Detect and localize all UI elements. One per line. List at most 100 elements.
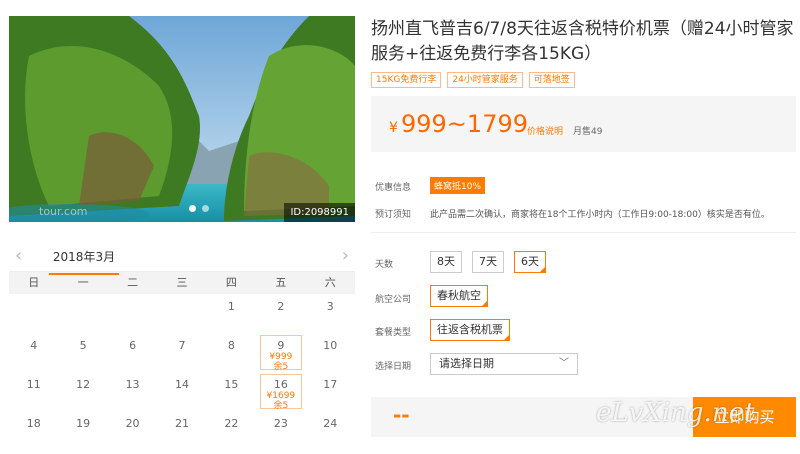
tag: 15KG免费行李: [371, 72, 442, 88]
notice-label: 预订须知: [375, 210, 412, 220]
date-label: 选择日期: [375, 362, 412, 372]
date-select[interactable]: 请选择日期 ﹀: [430, 353, 578, 375]
calendar-day-number: 14: [174, 378, 189, 391]
calendar-day: 4: [9, 333, 58, 372]
calendar-day-number: 11: [26, 378, 41, 391]
days-label: 天数: [375, 260, 394, 270]
calendar-day-available[interactable]: 9 ¥999 余5: [260, 335, 302, 372]
carousel-dot[interactable]: [189, 205, 196, 212]
calendar-day-number: 15: [224, 378, 239, 391]
package-label: 套餐类型: [375, 328, 412, 338]
promo-label: 优惠信息: [375, 183, 412, 193]
price-calendar: ‹ 2018年3月 › 日一二三四五六 1 2 3 4 5 6 7 8 9 ¥999 余5 10 11 1…: [9, 240, 355, 454]
calendar-header: ‹ 2018年3月 ›: [9, 240, 355, 275]
calendar-day-number: 19: [76, 417, 91, 430]
days-option-6[interactable]: 6天: [514, 251, 546, 273]
weekday-label: 日: [28, 276, 40, 289]
calendar-day-number: 8: [227, 339, 235, 352]
calendar-day-number: 4: [30, 339, 38, 352]
promo-badge: 蜂窝抵10%: [430, 177, 486, 194]
calendar-day: 3: [306, 294, 355, 333]
calendar-day-available[interactable]: 16 ¥1699 余5: [260, 374, 302, 411]
calendar-day: 22: [207, 411, 256, 450]
calendar-day: [9, 294, 58, 333]
calendar-day: 2: [256, 294, 305, 333]
calendar-weekdays: 日一二三四五六: [9, 272, 355, 294]
image-watermark: tour.com: [39, 205, 88, 218]
calendar-day-number: 10: [323, 339, 338, 352]
chevron-right-icon[interactable]: ›: [342, 245, 349, 266]
calendar-day: 6: [108, 333, 157, 372]
chevron-left-icon[interactable]: ‹: [15, 245, 22, 266]
calendar-day: 20: [108, 411, 157, 450]
price-explain-link[interactable]: 价格说明: [527, 124, 563, 137]
calendar-day: [58, 294, 107, 333]
calendar-day-number: 13: [125, 378, 140, 391]
calendar-day: 1: [207, 294, 256, 333]
monthly-sales: 月售49: [573, 127, 603, 137]
calendar-day-number: 22: [224, 417, 239, 430]
days-option-8[interactable]: 8天: [430, 251, 462, 273]
days-option-7[interactable]: 7天: [472, 251, 504, 273]
calendar-day: 19: [58, 411, 107, 450]
image-id: ID:2098991: [284, 203, 355, 222]
calendar-day: 21: [157, 411, 206, 450]
calendar-day-stock: 余5: [273, 362, 289, 372]
calendar-day: [157, 294, 206, 333]
total-price: --: [393, 403, 410, 427]
weekday-label: 四: [225, 276, 237, 289]
buy-now-button[interactable]: 立即购买: [693, 397, 796, 437]
buy-bar: -- 立即购买: [371, 397, 796, 437]
calendar-day-number: 12: [76, 378, 91, 391]
calendar-day: 5: [58, 333, 107, 372]
calendar-day: 15: [207, 372, 256, 411]
calendar-day-number: 7: [178, 339, 186, 352]
product-tags: 15KG免费行李 24小时管家服务 可落地签: [371, 72, 575, 88]
airline-option[interactable]: 春秋航空: [430, 285, 488, 307]
calendar-day-number: 20: [125, 417, 140, 430]
calendar-day: 24: [306, 411, 355, 450]
calendar-day: 11: [9, 372, 58, 411]
product-image[interactable]: tour.com ID:2098991: [9, 16, 355, 222]
calendar-day: 8: [207, 333, 256, 372]
calendar-month-tab[interactable]: 2018年3月: [49, 248, 119, 275]
weekday-label: 一: [77, 276, 89, 289]
calendar-day: 18: [9, 411, 58, 450]
calendar-day-number: 23: [273, 417, 288, 430]
calendar-day: 10: [306, 333, 355, 372]
package-option[interactable]: 往返含税机票: [430, 319, 510, 341]
weekday-label: 三: [176, 276, 188, 289]
calendar-day-number: 21: [174, 417, 189, 430]
product-title: 扬州直飞普吉6/7/8天往返含税特价机票（赠24小时管家服务+往返免费行李各15…: [371, 19, 794, 64]
tag: 24小时管家服务: [447, 72, 523, 88]
weekday-label: 六: [324, 276, 336, 289]
breadcrumb: [0, 0, 800, 6]
calendar-day-number: 9: [277, 339, 285, 352]
calendar-day-price: ¥1699: [266, 391, 296, 401]
calendar-day-number: 2: [277, 300, 285, 313]
calendar-grid: 1 2 3 4 5 6 7 8 9 ¥999 余5 10 11 12 13 14 15 16 ¥1699 余5 17 18…: [9, 294, 355, 450]
price-range: 999~1799: [401, 110, 528, 138]
calendar-day: 12: [58, 372, 107, 411]
photo-scene: [9, 16, 355, 222]
calendar-day-number: 5: [79, 339, 87, 352]
calendar-day-number: 6: [129, 339, 137, 352]
calendar-day: [108, 294, 157, 333]
calendar-day: 13: [108, 372, 157, 411]
calendar-day: 23: [256, 411, 305, 450]
calendar-day-number: 17: [323, 378, 338, 391]
calendar-day: 7: [157, 333, 206, 372]
calendar-day-number: 1: [227, 300, 235, 313]
calendar-day-stock: 余5: [273, 401, 289, 411]
calendar-day-number: 16: [273, 378, 288, 391]
calendar-day: 17: [306, 372, 355, 411]
calendar-day-price: ¥999: [269, 352, 293, 362]
divider: [371, 232, 796, 233]
weekday-label: 二: [127, 276, 139, 289]
carousel-dot[interactable]: [202, 205, 209, 212]
calendar-day: 14: [157, 372, 206, 411]
currency-symbol: ¥: [389, 120, 398, 136]
chevron-down-icon: ﹀: [559, 358, 569, 369]
carousel-dots[interactable]: [189, 205, 209, 212]
notice-text: 此产品需二次确认，商家将在18个工作小时内（工作日9:00-18:00）核实是否…: [430, 210, 770, 220]
